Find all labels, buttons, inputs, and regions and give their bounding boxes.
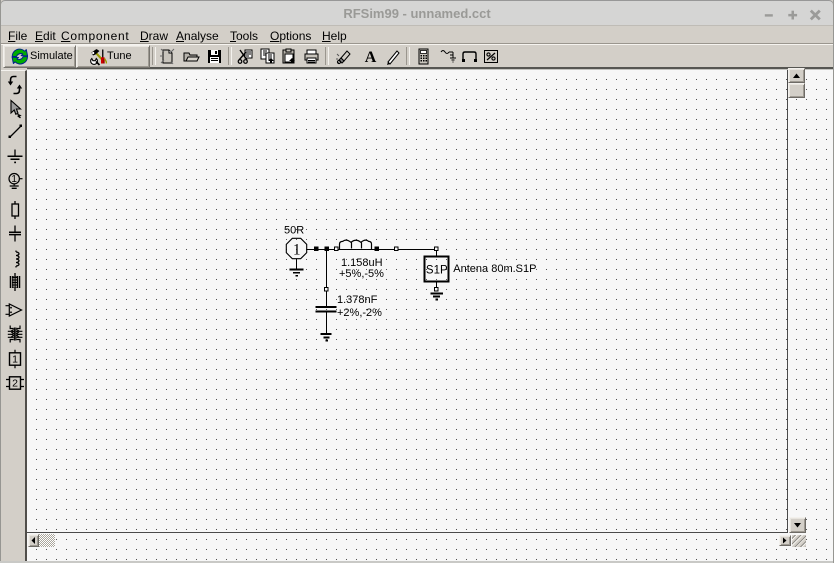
svg-text:1: 1 bbox=[293, 241, 301, 258]
svg-text:A: A bbox=[365, 49, 377, 65]
svg-text:S1P: S1P bbox=[426, 265, 448, 277]
svg-text:1.378nF: 1.378nF bbox=[337, 294, 378, 306]
svg-text:1: 1 bbox=[11, 174, 17, 185]
svg-text:Antena 80m.S1P: Antena 80m.S1P bbox=[453, 263, 536, 275]
svg-text:+5%,-5%: +5%,-5% bbox=[339, 268, 384, 280]
svg-text:+2%,-2%: +2%,-2% bbox=[337, 307, 382, 319]
svg-text:2: 2 bbox=[12, 377, 18, 389]
svg-text:50R: 50R bbox=[284, 225, 304, 237]
svg-text:1: 1 bbox=[12, 353, 18, 365]
